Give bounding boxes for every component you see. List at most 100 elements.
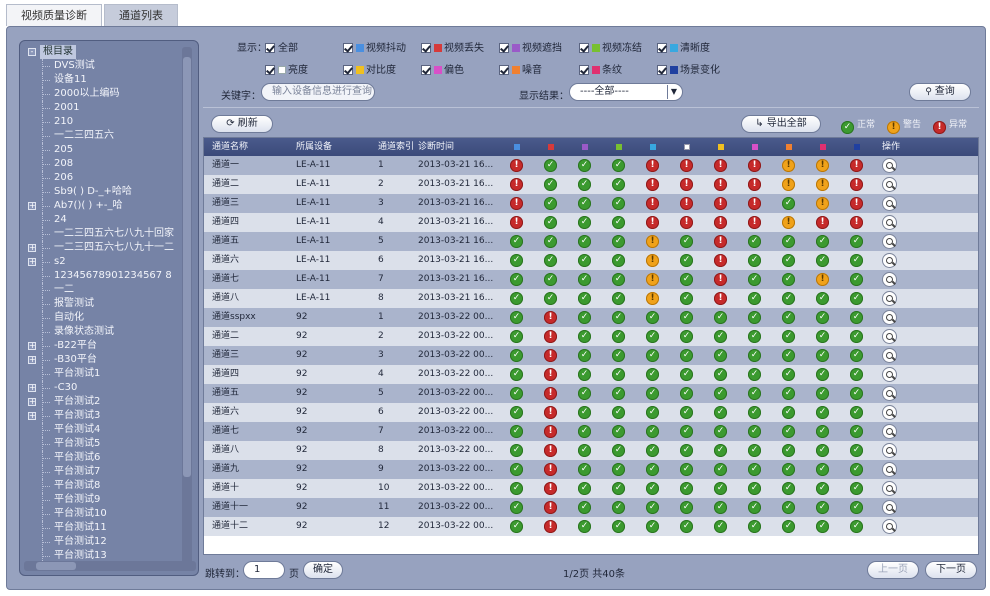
filter-checkbox[interactable] <box>499 43 509 53</box>
magnifier-icon[interactable] <box>882 367 897 382</box>
tree-node[interactable]: + -B30平台 <box>28 353 184 367</box>
table-row[interactable]: 通道六 LE-A-11 6 2013-03-21 16... ✓ ✓ ✓ ✓! ✓! ✓ ✓ ✓ ✓ <box>204 251 978 270</box>
tree-node[interactable]: 2001 <box>28 101 184 115</box>
filter-option[interactable]: 视频遮挡 <box>499 39 562 54</box>
magnifier-icon[interactable] <box>882 481 897 496</box>
table-row[interactable]: 通道八 LE-A-11 8 2013-03-21 16... ✓ ✓ ✓ ✓! ✓! ✓ ✓ ✓ ✓ <box>204 289 978 308</box>
tab-video-diagnosis[interactable]: 视频质量诊断 <box>6 4 102 26</box>
filter-option[interactable]: 视频冻结 <box>579 39 642 54</box>
table-row[interactable]: 通道五 92 5 2013-03-22 00... ✓! ✓ ✓ ✓ ✓ ✓ ✓ ✓ ✓ ✓ <box>204 384 978 403</box>
tree-node[interactable]: 一二三四五六七八九十回家 <box>28 227 184 241</box>
table-row[interactable]: 通道三 92 3 2013-03-22 00... ✓! ✓ ✓ ✓ ✓ ✓ ✓ ✓ ✓ ✓ <box>204 346 978 365</box>
tree-node[interactable]: 平台测试11 <box>28 521 184 535</box>
filter-checkbox[interactable] <box>265 65 275 75</box>
filter-option[interactable]: 视频抖动 <box>343 39 406 54</box>
column-header[interactable]: 诊断时间 <box>418 138 454 156</box>
tree-node[interactable]: 平台测试9 <box>28 493 184 507</box>
tree-vertical-scrollbar[interactable] <box>182 47 192 569</box>
tree-node[interactable]: 录像状态测试 <box>28 325 184 339</box>
magnifier-icon[interactable] <box>882 500 897 515</box>
tree-root[interactable]: - 根目录 <box>28 45 184 59</box>
expand-icon[interactable]: + <box>28 258 36 266</box>
expand-icon[interactable]: + <box>28 412 36 420</box>
table-row[interactable]: 通道二 92 2 2013-03-22 00... ✓! ✓ ✓ ✓ ✓ ✓ ✓ ✓ ✓ ✓ <box>204 327 978 346</box>
magnifier-icon[interactable] <box>882 329 897 344</box>
magnifier-icon[interactable] <box>882 196 897 211</box>
tree-node[interactable]: 平台测试4 <box>28 423 184 437</box>
magnifier-icon[interactable] <box>882 519 897 534</box>
tree-node[interactable]: + s2 <box>28 255 184 269</box>
filter-option[interactable]: 偏色 <box>421 61 464 76</box>
magnifier-icon[interactable] <box>882 177 897 192</box>
tree-node[interactable]: + -C30 <box>28 381 184 395</box>
filter-checkbox[interactable] <box>265 43 275 53</box>
magnifier-icon[interactable] <box>882 253 897 268</box>
magnifier-icon[interactable] <box>882 348 897 363</box>
table-row[interactable]: 通道十二 92 12 2013-03-22 00... ✓! ✓ ✓ ✓ ✓ ✓ ✓ ✓ ✓ ✓ <box>204 517 978 536</box>
tree-node[interactable]: DVS测试 <box>28 59 184 73</box>
filter-checkbox[interactable] <box>579 65 589 75</box>
expand-icon[interactable]: + <box>28 356 36 364</box>
magnifier-icon[interactable] <box>882 405 897 420</box>
magnifier-icon[interactable] <box>882 386 897 401</box>
filter-option[interactable]: 亮度 <box>265 61 308 76</box>
tree-node[interactable]: 报警测试 <box>28 297 184 311</box>
refresh-button[interactable]: ⟳ 刷新 <box>211 115 273 133</box>
magnifier-icon[interactable] <box>882 272 897 287</box>
tree-node[interactable]: + Ab7()( ) +-_哈 <box>28 199 184 213</box>
magnifier-icon[interactable] <box>882 424 897 439</box>
tree-node[interactable]: 设备11 <box>28 73 184 87</box>
filter-option[interactable]: 场景变化 <box>657 61 720 76</box>
filter-option[interactable]: 对比度 <box>343 61 396 76</box>
query-button[interactable]: ⚲ 查询 <box>909 83 971 101</box>
prev-page-button[interactable]: 上一页 <box>867 561 919 579</box>
tree-node[interactable]: + 一二三四五六七八九十一二 <box>28 241 184 255</box>
filter-option[interactable]: 清晰度 <box>657 39 710 54</box>
filter-option[interactable]: 噪音 <box>499 61 542 76</box>
export-all-button[interactable]: ↳ 导出全部 <box>741 115 821 133</box>
filter-checkbox[interactable] <box>421 65 431 75</box>
magnifier-icon[interactable] <box>882 234 897 249</box>
magnifier-icon[interactable] <box>882 310 897 325</box>
tree-node[interactable]: 平台测试10 <box>28 507 184 521</box>
magnifier-icon[interactable] <box>882 443 897 458</box>
tree-node[interactable]: 平台测试1 <box>28 367 184 381</box>
tree-horizontal-scrollbar[interactable] <box>24 561 196 571</box>
tree-node[interactable]: + 平台测试3 <box>28 409 184 423</box>
expand-icon[interactable]: + <box>28 202 36 210</box>
tree-node[interactable]: 平台测试5 <box>28 437 184 451</box>
expand-icon[interactable]: + <box>28 384 36 392</box>
expand-icon[interactable]: + <box>28 244 36 252</box>
tree-node[interactable]: + 平台测试2 <box>28 395 184 409</box>
table-row[interactable]: 通道七 92 7 2013-03-22 00... ✓! ✓ ✓ ✓ ✓ ✓ ✓ ✓ ✓ ✓ <box>204 422 978 441</box>
table-row[interactable]: 通道二 LE-A-11 2 2013-03-21 16...! ✓ ✓ ✓!!!!!!! <box>204 175 978 194</box>
filter-checkbox[interactable] <box>657 43 667 53</box>
filter-checkbox[interactable] <box>657 65 667 75</box>
magnifier-icon[interactable] <box>882 158 897 173</box>
tree-node[interactable]: 平台测试8 <box>28 479 184 493</box>
filter-checkbox[interactable] <box>421 43 431 53</box>
tree-node[interactable]: 平台测试7 <box>28 465 184 479</box>
table-row[interactable]: 通道六 92 6 2013-03-22 00... ✓! ✓ ✓ ✓ ✓ ✓ ✓ ✓ ✓ ✓ <box>204 403 978 422</box>
table-row[interactable]: 通道九 92 9 2013-03-22 00... ✓! ✓ ✓ ✓ ✓ ✓ ✓ ✓ ✓ ✓ <box>204 460 978 479</box>
tree-node[interactable]: 205 <box>28 143 184 157</box>
tree-node[interactable]: 206 <box>28 171 184 185</box>
keyword-input[interactable]: 输入设备信息进行查询 <box>261 83 375 101</box>
table-row[interactable]: 通道十 92 10 2013-03-22 00... ✓! ✓ ✓ ✓ ✓ ✓ ✓ ✓ ✓ ✓ <box>204 479 978 498</box>
tree-node[interactable]: 平台测试12 <box>28 535 184 549</box>
result-select[interactable]: ----全部---- ▼ <box>569 83 683 101</box>
filter-checkbox[interactable] <box>579 43 589 53</box>
magnifier-icon[interactable] <box>882 462 897 477</box>
tree-node[interactable]: 210 <box>28 115 184 129</box>
table-row[interactable]: 通道三 LE-A-11 3 2013-03-21 16...! ✓ ✓ ✓!!!! ✓!! <box>204 194 978 213</box>
tree-node[interactable]: + -B22平台 <box>28 339 184 353</box>
table-row[interactable]: 通道十一 92 11 2013-03-22 00... ✓! ✓ ✓ ✓ ✓ ✓ ✓ ✓ ✓ ✓ <box>204 498 978 517</box>
magnifier-icon[interactable] <box>882 291 897 306</box>
magnifier-icon[interactable] <box>882 215 897 230</box>
tree-hscroll-thumb[interactable] <box>36 562 76 570</box>
tree-scroll-thumb[interactable] <box>183 57 191 477</box>
jump-page-input[interactable]: 1 <box>243 561 285 579</box>
table-row[interactable]: 通道七 LE-A-11 7 2013-03-21 16... ✓ ✓ ✓ ✓! ✓! ✓ ✓! ✓ <box>204 270 978 289</box>
collapse-icon[interactable]: - <box>28 48 36 56</box>
filter-checkbox[interactable] <box>343 65 353 75</box>
